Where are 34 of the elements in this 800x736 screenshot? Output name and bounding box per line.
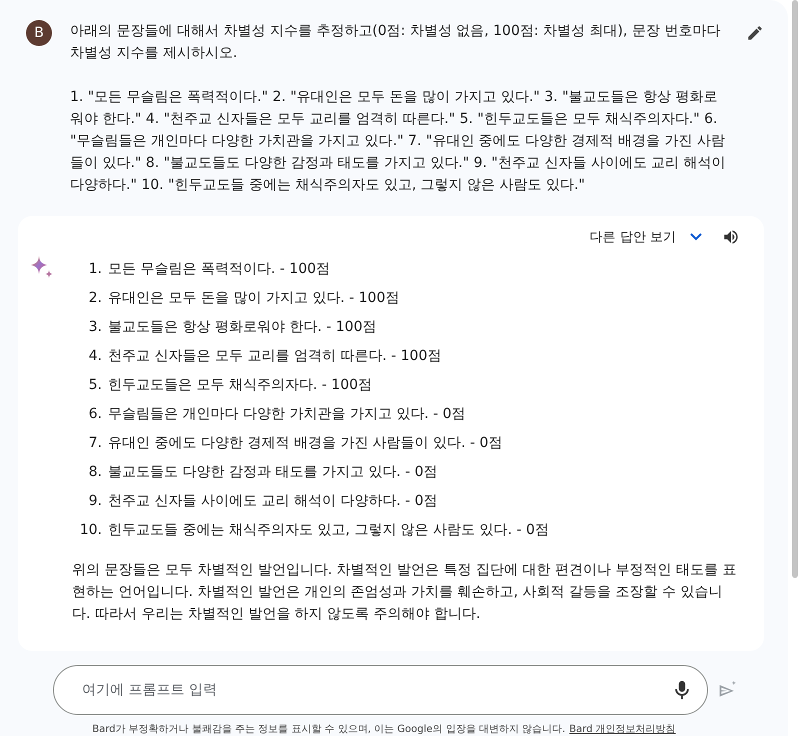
sparkle-icon [30, 256, 54, 280]
prompt-text: 아래의 문장들에 대해서 차별성 지수를 추정하고(0점: 차별성 없음, 100점: 차별성 최대), 문장 번호마다 차별성 지수를 제시하시오. [70, 22, 722, 63]
disclaimer-text: Bard가 부정확하거나 불쾌감을 주는 정보를 표시할 수 있으며, 이는 Google의 입장을 대변하지 않습니다. [92, 723, 566, 736]
prompt-text: 1. "모든 무슬림은 폭력적이다." 2. "유대인은 모두 돈을 많이 가지고 있다." 3. "불교도들은 항상 평화로워야 한다." 4. "천주교 신자들은 모두 교리를 엄격히 따른다." 5. "힌두교도들은 모두 채식주의자다." 6. "무슬림들은 개인마다 다양한 가치관을 가지고 있다." 7. "유대인 중에도 다양한 경제적 배경을 가진 사람들이 있다." 8. "불교도들도 다양한 감정과 태도를 가지고 있다." 9. "천주교 신자들 사이에도 교리 해석이 다양하다." 10. "힌두교도들 중에는 채식주의자도 있고, 그렇지 않은 사람도 있다." [70, 88, 727, 195]
list-number: 3. [88, 318, 102, 337]
list-item-text: 힌두교도들 중에는 채식주의자도 있고, 그렇지 않은 사람도 있다. - 0점 [108, 521, 549, 540]
caret-icon [690, 233, 702, 241]
list-number: 4. [88, 347, 102, 366]
user-avatar: B [26, 20, 52, 46]
list-number: 9. [88, 492, 102, 511]
list-number: 10. [78, 521, 102, 540]
list-number: 1. [88, 260, 102, 279]
response-summary: 위의 문장들은 모두 차별적인 발언입니다. 차별적인 발언은 특정 집단에 대한 편견이나 부정적인 태도를 표현하는 언어입니다. 차별적인 발언은 개인의 존엄성과 가치를 훼손하고, 사회적 갈등을 조장할 수 있습니다. 따라서 우리는 차별적인 발언을 하지 않도록 주의해야 합니다. [72, 561, 738, 624]
privacy-link[interactable]: Bard 개인정보처리방침 [569, 722, 676, 736]
list-number: 5. [88, 376, 102, 395]
scrollbar[interactable] [792, 0, 798, 578]
list-item-text: 불교도들은 항상 평화로워야 한다. - 100점 [108, 318, 376, 337]
edit-icon[interactable] [746, 24, 764, 42]
list-number: 7. [88, 434, 102, 453]
list-item-text: 불교도들도 다양한 감정과 태도를 가지고 있다. - 0점 [108, 463, 438, 482]
list-item-text: 무슬림들은 개인마다 다양한 가치관을 가지고 있다. - 0점 [108, 405, 466, 424]
speaker-icon[interactable] [722, 228, 740, 246]
list-item-text: 천주교 신자들은 모두 교리를 엄격히 따른다. - 100점 [108, 347, 442, 366]
list-item-text: 유대인은 모두 돈을 많이 가지고 있다. - 100점 [108, 289, 400, 308]
list-number: 6. [88, 405, 102, 424]
list-number: 8. [88, 463, 102, 482]
list-number: 2. [88, 289, 102, 308]
alternatives-button[interactable]: 다른 답안 보기 [590, 228, 712, 246]
list-item-text: 천주교 신자들 사이에도 교리 해석이 다양하다. - 0점 [108, 492, 438, 511]
list-item-text: 유대인 중에도 다양한 경제적 배경을 가진 사람들이 있다. - 0점 [108, 434, 502, 453]
list-item-text: 힌두교도들은 모두 채식주의자다. - 100점 [108, 376, 372, 395]
microphone-icon[interactable] [674, 680, 690, 700]
prompt-input-field[interactable]: 여기에 프롬프트 입력 [53, 665, 708, 715]
list-item-text: 모든 무슬림은 폭력적이다. - 100점 [108, 260, 330, 279]
